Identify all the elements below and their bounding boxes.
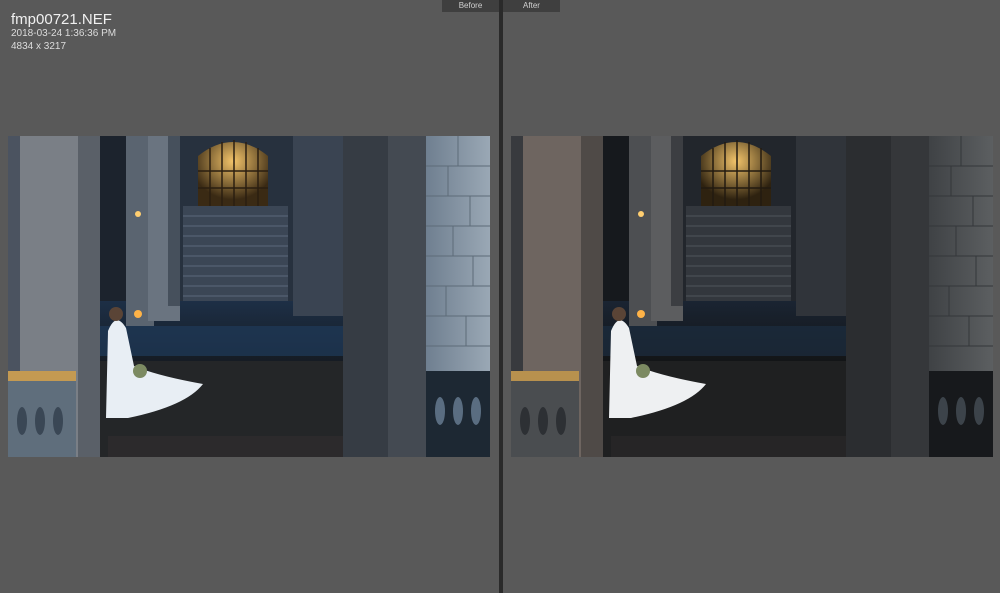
before-photo-graphic <box>8 136 490 457</box>
after-photo[interactable] <box>511 136 993 457</box>
before-photo[interactable] <box>8 136 490 457</box>
image-datetime: 2018-03-24 1:36:36 PM <box>11 28 117 39</box>
after-label: After <box>503 0 560 12</box>
image-dimensions: 4834 x 3217 <box>11 40 67 52</box>
compare-viewer: fmp00721.NEF 2018-03-24 1:36:36 PM 4834 … <box>0 0 1000 593</box>
before-label: Before <box>442 0 499 12</box>
after-photo-graphic <box>511 136 993 457</box>
image-filename: fmp00721.NEF <box>11 11 112 28</box>
image-info-overlay: fmp00721.NEF 2018-03-24 1:36:36 PM 4834 … <box>11 11 116 53</box>
